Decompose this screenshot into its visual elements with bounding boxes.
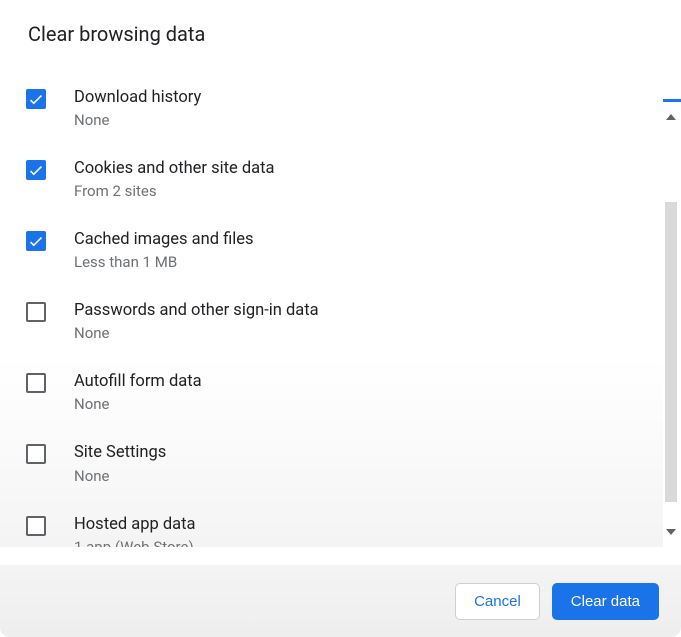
option-autofill: Autofill form data None: [24, 356, 651, 427]
options-list: Download history None Cookies and other …: [0, 72, 663, 547]
option-passwords: Passwords and other sign-in data None: [24, 285, 651, 356]
dialog-header: Clear browsing data: [0, 0, 681, 56]
checkbox-autofill[interactable]: [26, 373, 46, 393]
option-texts: Autofill form data None: [74, 370, 202, 413]
option-sub: 1 app (Web Store): [74, 538, 196, 547]
option-texts: Cookies and other site data From 2 sites: [74, 157, 275, 200]
checkbox-download-history[interactable]: [26, 89, 46, 109]
option-title: Cached images and files: [74, 228, 254, 251]
option-hosted-app: Hosted app data 1 app (Web Store): [24, 499, 651, 547]
scroll-down-icon: [666, 529, 676, 535]
option-sub: None: [74, 395, 202, 413]
scrollbar[interactable]: [663, 102, 681, 547]
option-title: Download history: [74, 86, 201, 109]
option-download-history: Download history None: [24, 72, 651, 143]
dialog-footer: Cancel Clear data: [0, 565, 681, 637]
option-sub: None: [74, 467, 166, 485]
option-texts: Cached images and files Less than 1 MB: [74, 228, 254, 271]
option-title: Passwords and other sign-in data: [74, 299, 319, 322]
checkbox-cached-images[interactable]: [26, 231, 46, 251]
option-texts: Hosted app data 1 app (Web Store): [74, 513, 196, 547]
option-sub: From 2 sites: [74, 182, 275, 200]
dialog-title: Clear browsing data: [28, 22, 653, 46]
option-title: Hosted app data: [74, 513, 196, 536]
content-wrap: Download history None Cookies and other …: [0, 102, 681, 547]
option-texts: Download history None: [74, 86, 201, 129]
option-sub: None: [74, 324, 319, 342]
option-sub: None: [74, 111, 201, 129]
option-texts: Passwords and other sign-in data None: [74, 299, 319, 342]
checkbox-cookies[interactable]: [26, 160, 46, 180]
option-texts: Site Settings None: [74, 441, 166, 484]
checkbox-site-settings[interactable]: [26, 444, 46, 464]
clear-browsing-data-dialog: Clear browsing data Basic Advanced Downl…: [0, 0, 681, 637]
option-cookies: Cookies and other site data From 2 sites: [24, 143, 651, 214]
option-site-settings: Site Settings None: [24, 427, 651, 498]
check-icon: [27, 161, 45, 179]
scroll-up-icon: [666, 114, 676, 120]
clear-data-button[interactable]: Clear data: [552, 583, 659, 620]
option-title: Cookies and other site data: [74, 157, 275, 180]
scroll-thumb[interactable]: [665, 202, 677, 502]
option-title: Site Settings: [74, 441, 166, 464]
check-icon: [27, 232, 45, 250]
option-cached-images: Cached images and files Less than 1 MB: [24, 214, 651, 285]
option-title: Autofill form data: [74, 370, 202, 393]
check-icon: [27, 90, 45, 108]
checkbox-hosted-app[interactable]: [26, 516, 46, 536]
checkbox-passwords[interactable]: [26, 302, 46, 322]
cancel-button[interactable]: Cancel: [455, 583, 540, 620]
option-sub: Less than 1 MB: [74, 253, 254, 271]
